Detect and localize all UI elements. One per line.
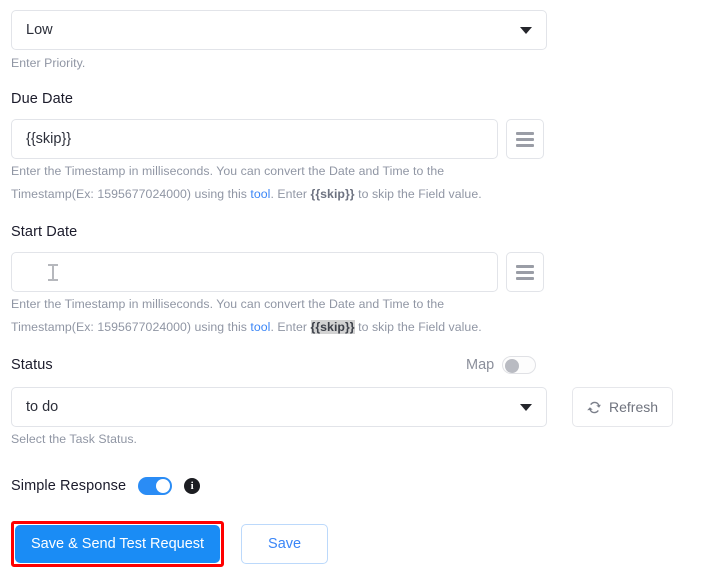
start-date-help-mid: . Enter bbox=[270, 320, 311, 334]
due-date-help-line1: Enter the Timestamp in milliseconds. You… bbox=[11, 164, 445, 178]
text-ibeam-cursor bbox=[48, 263, 58, 281]
hamburger-icon bbox=[516, 264, 534, 268]
start-date-help-prefix: Timestamp(Ex: 1595677024000) using this bbox=[11, 320, 251, 334]
start-date-label: Start Date bbox=[11, 224, 78, 240]
status-select[interactable]: to do bbox=[11, 387, 547, 427]
form-actions: Save & Send Test Request Save bbox=[11, 521, 329, 567]
due-date-help-suffix: to skip the Field value. bbox=[354, 187, 482, 201]
timestamp-tool-link[interactable]: tool bbox=[250, 187, 270, 201]
chevron-down-icon bbox=[520, 26, 532, 34]
due-date-skip-token: {{skip}} bbox=[310, 187, 355, 201]
info-icon[interactable]: i bbox=[184, 478, 201, 494]
due-date-help-text: Enter the Timestamp in milliseconds. You… bbox=[11, 160, 541, 206]
simple-response-toggle[interactable] bbox=[138, 477, 173, 495]
hamburger-icon bbox=[516, 276, 534, 280]
start-date-input[interactable] bbox=[11, 252, 498, 292]
hamburger-icon bbox=[516, 270, 534, 274]
hamburger-icon bbox=[516, 143, 534, 147]
map-label: Map bbox=[466, 357, 495, 373]
due-date-label: Due Date bbox=[11, 91, 74, 107]
hamburger-icon bbox=[516, 131, 534, 135]
highlight-annotation: Save & Send Test Request bbox=[11, 521, 225, 567]
simple-response-label: Simple Response bbox=[11, 478, 127, 494]
simple-response-row: Simple Response i bbox=[11, 477, 201, 495]
hamburger-icon bbox=[516, 137, 534, 141]
refresh-icon bbox=[587, 401, 601, 413]
priority-select-box[interactable]: Low bbox=[11, 10, 547, 50]
status-help-text: Select the Task Status. bbox=[11, 432, 138, 446]
refresh-button[interactable]: Refresh bbox=[572, 387, 674, 427]
start-date-row bbox=[11, 252, 544, 292]
due-date-help-prefix: Timestamp(Ex: 1595677024000) using this bbox=[11, 187, 251, 201]
due-date-row: {{skip}} bbox=[11, 119, 544, 159]
map-toggle[interactable] bbox=[502, 356, 537, 374]
chevron-down-icon bbox=[520, 403, 532, 411]
hamburger-icon-button-start-date[interactable] bbox=[506, 252, 544, 292]
save-and-send-test-request-button[interactable]: Save & Send Test Request bbox=[15, 525, 221, 563]
priority-selected-value: Low bbox=[26, 22, 53, 38]
save-button[interactable]: Save bbox=[241, 524, 329, 564]
due-date-value: {{skip}} bbox=[26, 131, 72, 147]
due-date-help-mid: . Enter bbox=[270, 187, 311, 201]
map-toggle-group: Map bbox=[466, 356, 537, 374]
priority-help-text: Enter Priority. bbox=[11, 56, 86, 70]
status-selected-value: to do bbox=[26, 399, 59, 415]
start-date-help-suffix: to skip the Field value. bbox=[354, 320, 482, 334]
start-date-skip-token: {{skip}} bbox=[310, 320, 355, 334]
hamburger-icon-button-due-date[interactable] bbox=[506, 119, 544, 159]
status-label: Status bbox=[11, 357, 53, 373]
due-date-input[interactable]: {{skip}} bbox=[11, 119, 498, 159]
timestamp-tool-link[interactable]: tool bbox=[250, 320, 270, 334]
refresh-button-label: Refresh bbox=[609, 399, 659, 415]
start-date-help-line1: Enter the Timestamp in milliseconds. You… bbox=[11, 297, 445, 311]
start-date-help-text: Enter the Timestamp in milliseconds. You… bbox=[11, 293, 541, 339]
form-panel: Low Enter Priority. Due Date {{skip}} En… bbox=[0, 0, 726, 582]
status-row: to do Refresh bbox=[11, 387, 674, 427]
priority-select[interactable]: Low bbox=[11, 10, 547, 50]
